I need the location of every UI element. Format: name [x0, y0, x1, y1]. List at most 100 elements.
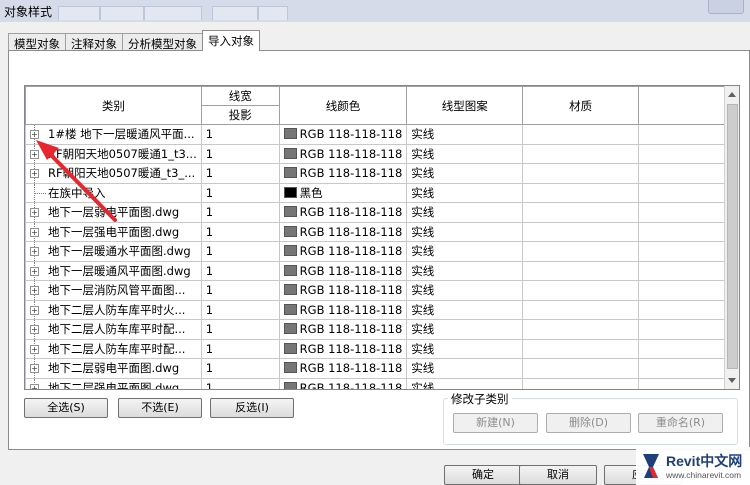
- category-cell[interactable]: +1#楼 地下一层暖通风平面...: [25, 124, 202, 145]
- table-row[interactable]: + 地下二层人防车库平时火... 1 RGB 118-118-118 实线: [25, 299, 739, 320]
- expand-plus-icon[interactable]: +: [30, 344, 39, 354]
- line-pattern-cell[interactable]: 实线: [406, 124, 524, 145]
- projection-cell[interactable]: 1: [200, 358, 280, 379]
- material-cell[interactable]: [522, 124, 640, 145]
- select-all-button[interactable]: 全选(S): [24, 398, 108, 418]
- header-material[interactable]: 材质: [522, 86, 640, 125]
- projection-cell[interactable]: 1: [200, 299, 280, 320]
- projection-cell[interactable]: 1: [200, 319, 280, 340]
- expand-plus-icon[interactable]: +: [30, 325, 39, 334]
- line-pattern-cell[interactable]: 实线: [406, 260, 524, 281]
- category-cell[interactable]: + 地下一层强电平面图.dwg: [25, 221, 202, 242]
- vertical-scrollbar[interactable]: [724, 86, 739, 389]
- material-cell[interactable]: [522, 338, 640, 359]
- expand-plus-icon[interactable]: +: [30, 305, 39, 315]
- category-cell[interactable]: + 地下二层人防车库平时配...: [25, 338, 202, 359]
- line-color-cell[interactable]: RGB 118-118-118: [278, 377, 408, 389]
- projection-cell[interactable]: 1: [200, 377, 280, 389]
- ok-button[interactable]: 确定: [444, 465, 522, 485]
- projection-cell[interactable]: 1: [200, 241, 280, 262]
- category-cell[interactable]: + 地下二层强电平面图.dwg: [25, 377, 202, 389]
- scroll-down-arrow-icon[interactable]: [728, 378, 736, 383]
- projection-cell[interactable]: 1: [200, 260, 280, 281]
- material-cell[interactable]: [522, 260, 640, 281]
- line-pattern-cell[interactable]: 实线: [406, 241, 524, 262]
- delete-subcategory-button[interactable]: 删除(D): [546, 413, 631, 433]
- expand-plus-icon[interactable]: +: [30, 169, 39, 178]
- line-pattern-cell[interactable]: 实线: [406, 163, 524, 184]
- line-color-cell[interactable]: RGB 118-118-118: [278, 280, 408, 301]
- material-cell[interactable]: [522, 143, 640, 164]
- rename-subcategory-button[interactable]: 重命名(R): [638, 413, 723, 433]
- select-none-button[interactable]: 不选(E): [118, 398, 202, 418]
- table-row[interactable]: 在族中导入 1 黑色 实线: [25, 182, 739, 203]
- line-color-cell[interactable]: RGB 118-118-118: [278, 319, 408, 340]
- category-cell[interactable]: + RF朝阳天地0507暖通1_t3...: [25, 143, 202, 164]
- category-cell[interactable]: + 地下二层人防车库平时配...: [25, 319, 202, 340]
- category-cell[interactable]: + 地下一层弱电平面图.dwg: [25, 202, 202, 223]
- tab-annotation-objects[interactable]: 注释对象: [65, 33, 123, 51]
- line-pattern-cell[interactable]: 实线: [406, 202, 524, 223]
- table-row[interactable]: + RF朝阳天地0507暖通_t3_... 1 RGB 118-118-118 实线: [25, 163, 739, 184]
- material-cell[interactable]: [522, 299, 640, 320]
- material-cell[interactable]: [522, 221, 640, 242]
- table-row[interactable]: + 地下二层人防车库平时配... 1 RGB 118-118-118 实线: [25, 319, 739, 340]
- line-color-cell[interactable]: RGB 118-118-118: [278, 124, 408, 145]
- line-color-cell[interactable]: 黑色: [278, 182, 408, 203]
- cancel-button[interactable]: 取消: [519, 465, 597, 485]
- table-row[interactable]: + 地下一层强电平面图.dwg 1 RGB 118-118-118 实线: [25, 221, 739, 242]
- table-row[interactable]: + 地下二层人防车库平时配... 1 RGB 118-118-118 实线: [25, 338, 739, 359]
- table-row[interactable]: + 地下二层强电平面图.dwg 1 RGB 118-118-118 实线: [25, 377, 739, 389]
- material-cell[interactable]: [522, 319, 640, 340]
- line-pattern-cell[interactable]: 实线: [406, 377, 524, 389]
- table-row[interactable]: + 地下一层消防风管平面图... 1 RGB 118-118-118 实线: [25, 280, 739, 301]
- line-color-cell[interactable]: RGB 118-118-118: [278, 202, 408, 223]
- material-cell[interactable]: [522, 202, 640, 223]
- header-projection[interactable]: 投影: [200, 105, 280, 125]
- projection-cell[interactable]: 1: [200, 280, 280, 301]
- expand-plus-icon[interactable]: +: [30, 227, 39, 237]
- line-pattern-cell[interactable]: 实线: [406, 299, 524, 320]
- projection-cell[interactable]: 1: [200, 338, 280, 359]
- scroll-up-arrow-icon[interactable]: [728, 92, 736, 97]
- line-pattern-cell[interactable]: 实线: [406, 182, 524, 203]
- expand-plus-icon[interactable]: +: [30, 247, 39, 256]
- table-row[interactable]: +1#楼 地下一层暖通风平面... 1 RGB 118-118-118 实线: [25, 124, 739, 145]
- material-cell[interactable]: [522, 377, 640, 389]
- scroll-thumb[interactable]: [727, 104, 738, 369]
- expand-plus-icon[interactable]: +: [30, 364, 39, 373]
- line-color-cell[interactable]: RGB 118-118-118: [278, 358, 408, 379]
- projection-cell[interactable]: 1: [200, 163, 280, 184]
- line-pattern-cell[interactable]: 实线: [406, 358, 524, 379]
- line-color-cell[interactable]: RGB 118-118-118: [278, 221, 408, 242]
- line-color-cell[interactable]: RGB 118-118-118: [278, 260, 408, 281]
- expand-plus-icon[interactable]: +: [30, 130, 39, 139]
- projection-cell[interactable]: 1: [200, 143, 280, 164]
- table-row[interactable]: + 地下一层暖通水平面图.dwg 1 RGB 118-118-118 实线: [25, 241, 739, 262]
- line-color-cell[interactable]: RGB 118-118-118: [278, 241, 408, 262]
- category-cell[interactable]: + 地下二层弱电平面图.dwg: [25, 358, 202, 379]
- material-cell[interactable]: [522, 182, 640, 203]
- expand-plus-icon[interactable]: +: [30, 149, 39, 159]
- material-cell[interactable]: [522, 241, 640, 262]
- line-pattern-cell[interactable]: 实线: [406, 319, 524, 340]
- category-cell[interactable]: + 地下二层人防车库平时火...: [25, 299, 202, 320]
- line-color-cell[interactable]: RGB 118-118-118: [278, 163, 408, 184]
- tab-analytical-model-objects[interactable]: 分析模型对象: [122, 33, 203, 51]
- table-row[interactable]: + 地下一层暖通风平面图.dwg 1 RGB 118-118-118 实线: [25, 260, 739, 281]
- table-row[interactable]: + RF朝阳天地0507暖通1_t3... 1 RGB 118-118-118 实线: [25, 143, 739, 164]
- header-category[interactable]: 类别: [25, 86, 202, 125]
- category-cell[interactable]: + 地下一层暖通水平面图.dwg: [25, 241, 202, 262]
- line-color-cell[interactable]: RGB 118-118-118: [278, 143, 408, 164]
- category-cell[interactable]: + 地下一层消防风管平面图...: [25, 280, 202, 301]
- header-line-pattern[interactable]: 线型图案: [406, 86, 524, 125]
- line-pattern-cell[interactable]: 实线: [406, 338, 524, 359]
- expand-plus-icon[interactable]: +: [30, 208, 39, 217]
- header-line-color[interactable]: 线颜色: [278, 86, 408, 125]
- category-cell[interactable]: + 地下一层暖通风平面图.dwg: [25, 260, 202, 281]
- expand-plus-icon[interactable]: +: [30, 266, 39, 276]
- new-subcategory-button[interactable]: 新建(N): [453, 413, 538, 433]
- expand-plus-icon[interactable]: +: [30, 383, 39, 389]
- material-cell[interactable]: [522, 280, 640, 301]
- material-cell[interactable]: [522, 163, 640, 184]
